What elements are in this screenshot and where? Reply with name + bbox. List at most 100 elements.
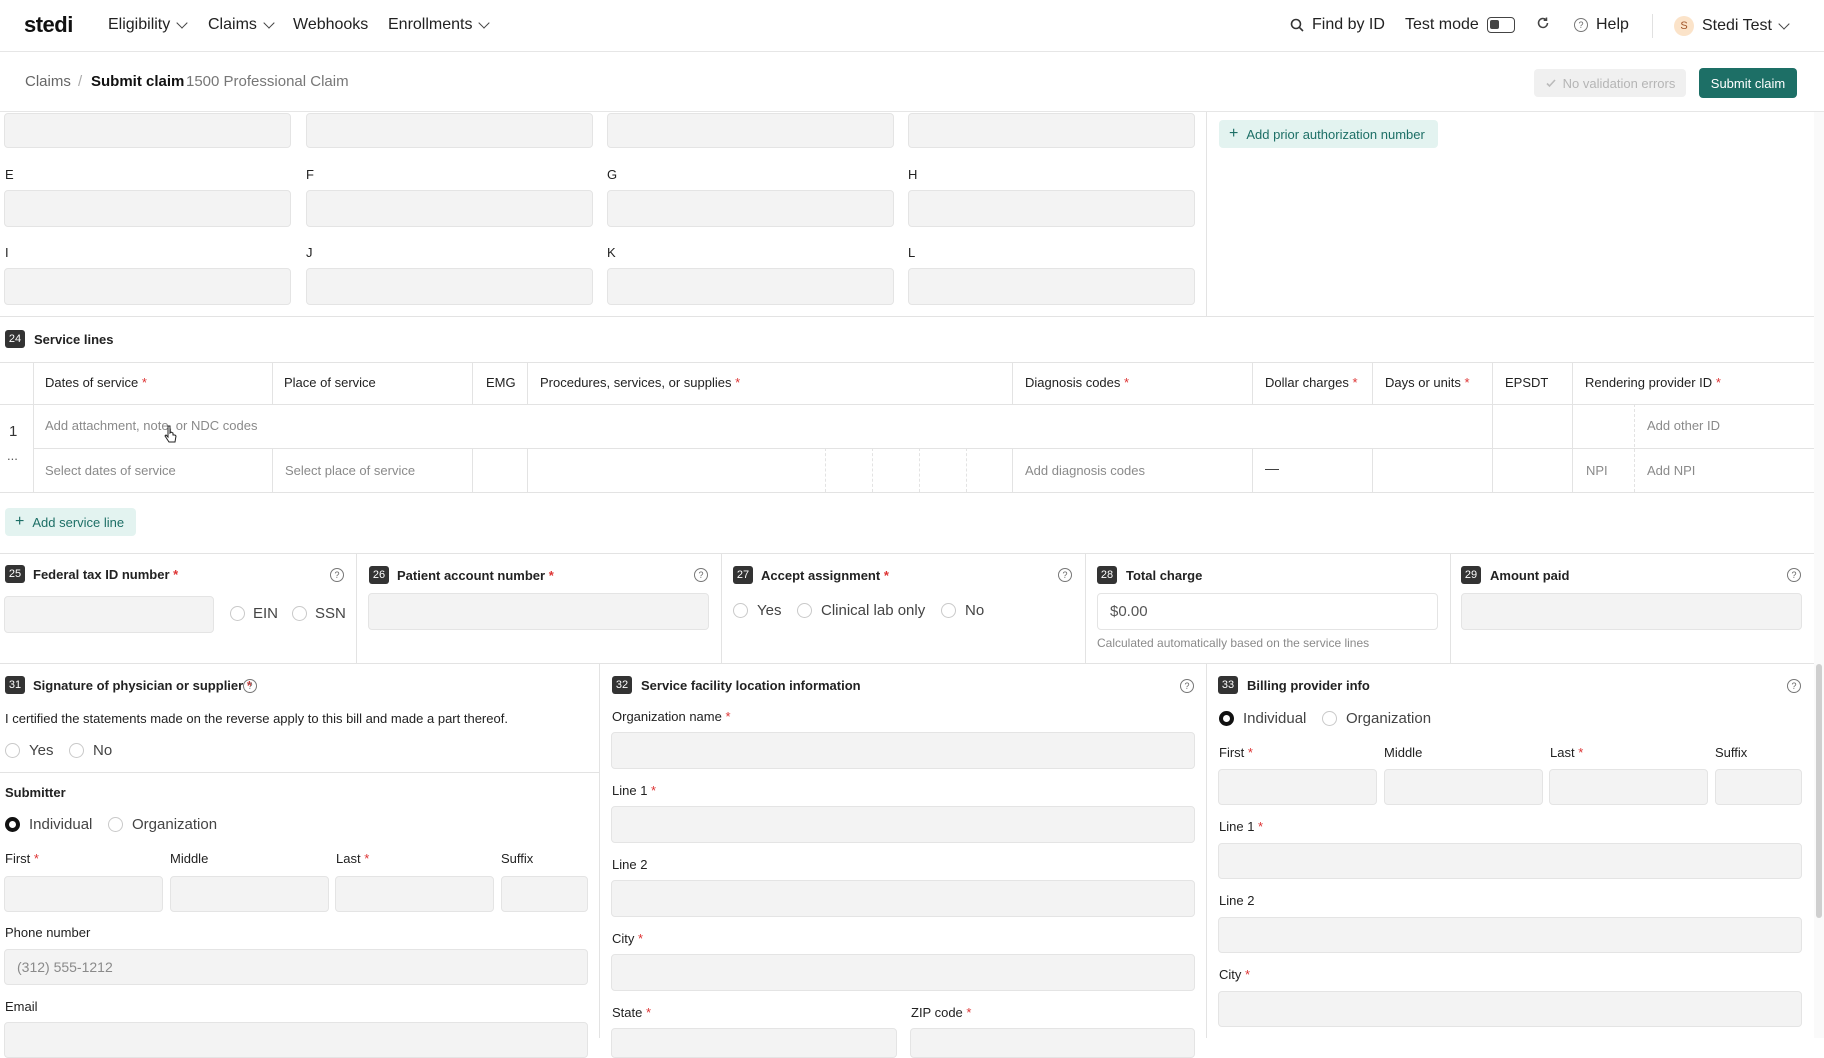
add-attachment-link[interactable]: Add attachment, note, or NDC codes	[45, 418, 257, 433]
diagnosis-field-h[interactable]	[908, 190, 1195, 227]
find-by-id-button[interactable]: Find by ID	[1290, 16, 1385, 34]
diagnosis-codes-select[interactable]: Add diagnosis codes	[1025, 463, 1145, 478]
dates-of-service-select[interactable]: Select dates of service	[45, 463, 176, 478]
toggle-switch[interactable]	[1486, 17, 1515, 33]
account-name: Stedi Test	[1702, 17, 1772, 34]
submitter-last-input[interactable]	[335, 876, 494, 912]
submitter-first-input[interactable]	[4, 876, 163, 912]
refresh-button[interactable]	[1536, 16, 1550, 30]
submitter-individual-radio[interactable]	[5, 817, 20, 832]
submit-claim-button[interactable]: Submit claim	[1699, 68, 1797, 98]
signature-yes-label: Yes	[29, 742, 54, 759]
table-border	[1012, 362, 1013, 404]
diagnosis-field-b[interactable]	[306, 113, 593, 148]
total-charge-input[interactable]: $0.00	[1097, 593, 1438, 630]
ssn-radio[interactable]	[292, 606, 307, 621]
phone-placeholder: (312) 555-1212	[17, 959, 113, 975]
diagnosis-field-d[interactable]	[908, 113, 1195, 148]
billing-suffix-input[interactable]	[1715, 769, 1802, 805]
signature-title-label: Signature of physician or supplier	[33, 678, 244, 693]
service-facility-title: Service facility location information	[641, 678, 861, 693]
nav-eligibility[interactable]: Eligibility	[108, 16, 188, 34]
help-circle-icon[interactable]: ?	[1787, 568, 1801, 582]
help-circle-icon[interactable]: ?	[694, 568, 708, 582]
scrollbar-thumb[interactable]	[1816, 664, 1822, 918]
diagnosis-field-i[interactable]	[4, 268, 291, 305]
test-mode-toggle[interactable]: Test mode	[1405, 16, 1515, 34]
submitter-last-label: Last *	[336, 851, 370, 866]
table-border	[33, 362, 34, 492]
facility-org-input[interactable]	[611, 732, 1195, 769]
table-border	[272, 448, 273, 492]
diagnosis-field-f[interactable]	[306, 190, 593, 227]
facility-state-text: State	[612, 1005, 643, 1020]
add-other-id-link[interactable]: Add other ID	[1647, 418, 1720, 433]
total-charge-value: $0.00	[1110, 603, 1148, 620]
breadcrumb-claims[interactable]: Claims	[25, 73, 71, 90]
diagnosis-field-j[interactable]	[306, 268, 593, 305]
add-prior-authorization-button[interactable]: + Add prior authorization number	[1219, 120, 1438, 148]
diagnosis-field-e[interactable]	[4, 190, 291, 227]
divider	[1652, 14, 1653, 38]
diagnosis-field-a[interactable]	[4, 113, 291, 148]
billing-line2-input[interactable]	[1218, 917, 1802, 953]
add-service-line-button[interactable]: + Add service line	[5, 508, 136, 536]
stedi-logo[interactable]: stedi	[24, 12, 73, 38]
federal-tax-id-input[interactable]	[4, 596, 214, 633]
diagnosis-label-j: J	[306, 245, 313, 260]
phone-input[interactable]: (312) 555-1212	[4, 949, 588, 985]
nav-webhooks[interactable]: Webhooks	[293, 16, 368, 34]
submitter-suffix-input[interactable]	[501, 876, 588, 912]
signature-yes-radio[interactable]	[5, 743, 20, 758]
nav-claims[interactable]: Claims	[208, 16, 275, 34]
place-of-service-select[interactable]: Select place of service	[285, 463, 415, 478]
billing-last-input[interactable]	[1549, 769, 1708, 805]
diagnosis-field-g[interactable]	[607, 190, 894, 227]
chevron-down-icon	[1778, 18, 1790, 30]
facility-state-input[interactable]	[611, 1028, 897, 1058]
diagnosis-field-k[interactable]	[607, 268, 894, 305]
facility-city-input[interactable]	[611, 954, 1195, 991]
billing-middle-input[interactable]	[1384, 769, 1543, 805]
diagnosis-field-l[interactable]	[908, 268, 1195, 305]
billing-organization-radio[interactable]	[1322, 711, 1337, 726]
billing-city-input[interactable]	[1218, 991, 1802, 1027]
account-menu[interactable]: S Stedi Test	[1674, 16, 1790, 36]
add-npi-input[interactable]: Add NPI	[1647, 463, 1695, 478]
submitter-suffix-label: Suffix	[501, 851, 534, 866]
service-lines-title: Service lines	[34, 332, 114, 347]
facility-zip-input[interactable]	[910, 1028, 1195, 1058]
help-circle-icon[interactable]: ?	[1180, 679, 1194, 693]
patient-account-input[interactable]	[368, 593, 709, 630]
facility-line2-input[interactable]	[611, 880, 1195, 917]
submitter-middle-input[interactable]	[170, 876, 329, 912]
help-circle-icon[interactable]: ?	[243, 679, 257, 693]
find-by-id-label: Find by ID	[1312, 16, 1385, 33]
row-menu-button[interactable]: ...	[7, 448, 18, 463]
email-input[interactable]	[4, 1022, 588, 1058]
nav-enrollments[interactable]: Enrollments	[388, 16, 491, 34]
help-circle-icon[interactable]: ?	[1058, 568, 1072, 582]
signature-no-radio[interactable]	[69, 743, 84, 758]
clinical-lab-radio[interactable]	[797, 603, 812, 618]
billing-first-input[interactable]	[1218, 769, 1377, 805]
table-border	[1492, 362, 1493, 492]
facility-line1-input[interactable]	[611, 806, 1195, 843]
diagnosis-field-c[interactable]	[607, 113, 894, 148]
dollar-charges-value[interactable]: —	[1265, 460, 1279, 476]
billing-line1-input[interactable]	[1218, 843, 1802, 879]
help-button[interactable]: ? Help	[1574, 16, 1629, 34]
accept-no-radio[interactable]	[941, 603, 956, 618]
table-border	[872, 448, 873, 492]
help-circle-icon[interactable]: ?	[1787, 679, 1801, 693]
ein-radio[interactable]	[230, 606, 245, 621]
table-border	[1372, 362, 1373, 404]
billing-individual-radio[interactable]	[1219, 711, 1234, 726]
submitter-organization-radio[interactable]	[108, 817, 123, 832]
divider	[1206, 663, 1207, 1038]
help-circle-icon[interactable]: ?	[330, 568, 344, 582]
column-header-rendering-provider-label: Rendering provider ID	[1585, 375, 1713, 390]
amount-paid-input[interactable]	[1461, 593, 1802, 630]
validation-status-button[interactable]: No validation errors	[1534, 69, 1686, 97]
accept-yes-radio[interactable]	[733, 603, 748, 618]
